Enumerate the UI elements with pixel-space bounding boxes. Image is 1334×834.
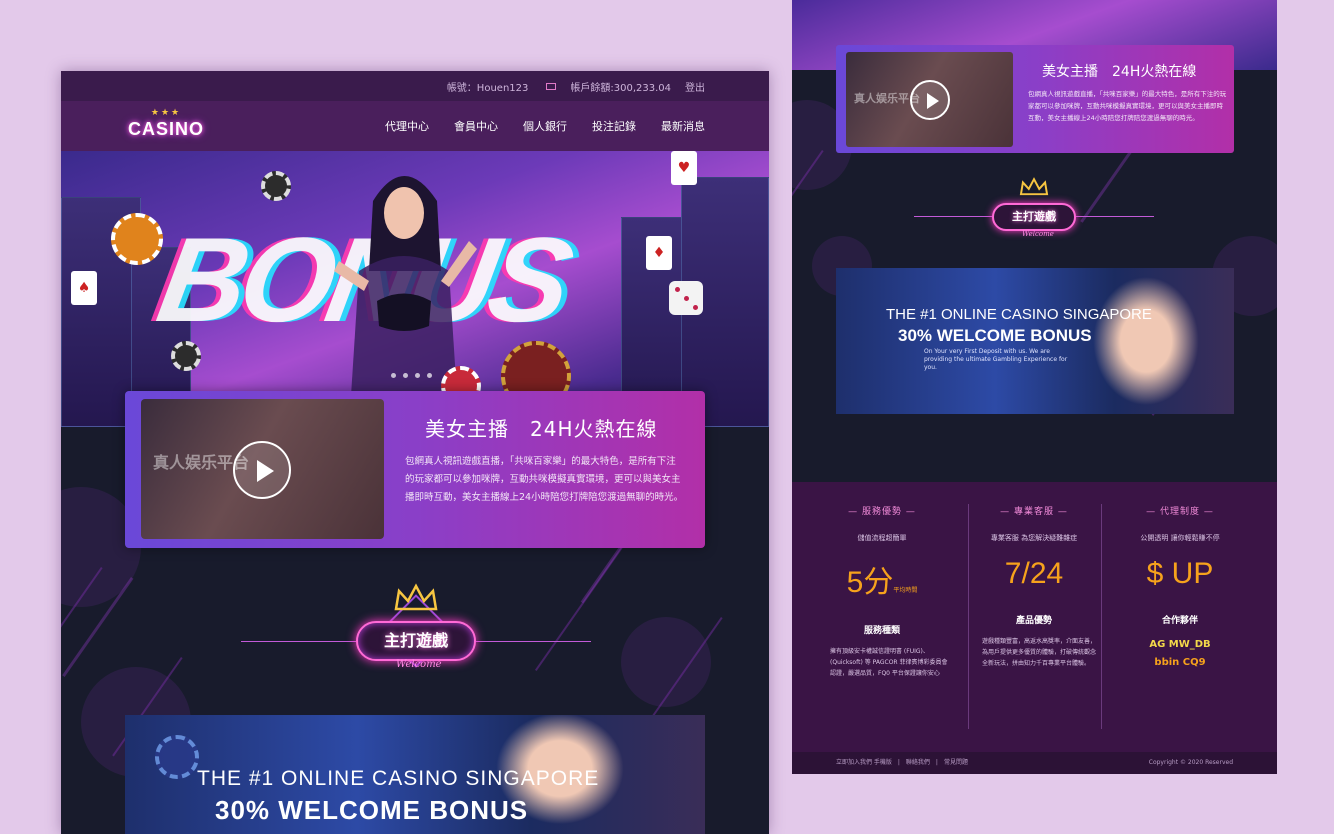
playing-card-icon: ♠: [71, 271, 97, 305]
feature-stat: 5分平均時間: [846, 566, 918, 599]
page-footer: 立即加入我們 手機版 | 聯絡我們 | 常見問題 Copyright © 202…: [792, 752, 1277, 774]
play-icon[interactable]: [233, 441, 291, 499]
playing-card-icon: ♥: [671, 151, 697, 185]
feature-stat: 7/24: [1004, 557, 1064, 590]
featured-games-heading: 主打遊戲 Welcome: [241, 581, 591, 691]
feature-title: — 代理制度 —: [1146, 507, 1214, 517]
feature-stat-note: 平均時間: [893, 588, 918, 594]
live-title: 美女主播 24H火熱在線: [425, 417, 658, 441]
feature-title: — 專業客服 —: [1000, 507, 1068, 517]
live-video-thumbnail[interactable]: 真人娱乐平台: [141, 399, 384, 539]
crown-icon: [394, 583, 438, 611]
play-icon[interactable]: [910, 80, 950, 120]
promo-line-1: THE #1 ONLINE CASINO SINGAPORE: [197, 767, 600, 790]
nav-member-center[interactable]: 會員中心: [454, 118, 498, 134]
section-welcome: Welcome: [396, 659, 442, 670]
feature-description: 擁有頂級安卡權誠信證明書 (FUIG)、(Quicksoft) 等 PAGCOR…: [830, 648, 948, 677]
feature-subtitle: 專業客服 為您解決疑難雜症: [990, 534, 1078, 542]
mail-icon[interactable]: [546, 82, 557, 90]
partner-row-2: bbin CQ9: [1154, 657, 1206, 668]
feature-heading: 產品優勢: [1015, 616, 1052, 626]
chip-icon: [261, 171, 291, 201]
chip-icon: [171, 341, 201, 371]
feature-heading: 合作夥伴: [1161, 616, 1198, 626]
desktop-page: 帳號：Houen123 帳戶餘額:300,233.04 登出 ★★★ CASIN…: [61, 71, 769, 834]
section-title: 主打遊戲: [356, 621, 476, 661]
live-description: 包網真人視訊遊戲直播，「共咪百家樂」的最大特色，是所有下注的玩家都可以參加咪牌，…: [1028, 90, 1227, 122]
nav-agent-center[interactable]: 代理中心: [385, 118, 429, 134]
partner-row-1: AG MW_DB: [1149, 639, 1211, 650]
mobile-page: 真人娱乐平台 美女主播 24H火熱在線 包網真人視訊遊戲直播，「共咪百家樂」的最…: [792, 0, 1277, 774]
feature-description: 遊戲種類豐富，高返水高獎率，介面友善，為用戶提供更多優質的體驗，打破傳統觀念全新…: [982, 638, 1097, 667]
nav-bet-records[interactable]: 投注記錄: [592, 118, 636, 134]
feature-heading: 服務種類: [863, 626, 900, 636]
casino-logo[interactable]: ★★★ CASINO: [126, 107, 206, 147]
feature-title: — 服務優勢 —: [848, 507, 916, 517]
feature-stat: $ UP: [1146, 557, 1214, 590]
featured-games-heading: 主打遊戲 Welcome: [914, 176, 1154, 256]
nav-latest-news[interactable]: 最新消息: [661, 118, 705, 134]
crown-icon: [1019, 177, 1049, 196]
welcome-bonus-banner[interactable]: THE #1 ONLINE CASINO SINGAPORE 30% WELCO…: [836, 268, 1234, 414]
hero-banner[interactable]: BONUS ♠ ♦ ♥: [61, 151, 769, 427]
promo-line-1: THE #1 ONLINE CASINO SINGAPORE: [886, 306, 1152, 323]
footer-links[interactable]: 立即加入我們 手機版 | 聯絡我們 | 常見問題: [836, 759, 968, 766]
live-video-thumbnail[interactable]: 真人娱乐平台: [846, 52, 1013, 147]
playing-card-icon: ♦: [646, 236, 672, 270]
nav-personal-bank[interactable]: 個人銀行: [523, 118, 567, 134]
dice-icon: [669, 281, 703, 315]
copyright: Copyright © 2020 Reserved: [1148, 759, 1233, 766]
promo-model-image: [1086, 268, 1206, 414]
promo-line-3: On Your very First Deposit with us. We a…: [924, 348, 1068, 371]
account-name: 帳號：Houen123: [446, 82, 529, 94]
promo-line-2: 30% WELCOME BONUS: [215, 795, 529, 825]
feature-support: — 專業客服 — 專業客服 為您解決疑難雜症 7/24 產品優勢 遊戲種類豐富，…: [968, 504, 1100, 669]
live-description: 包網真人視訊遊戲直播，「共咪百家樂」的最大特色，是所有下注的玩家都可以參加咪牌，…: [405, 456, 684, 503]
chip-icon: [111, 213, 163, 265]
feature-agent: — 代理制度 — 公開透明 讓你輕鬆賺不停 $ UP 合作夥伴 AG MW_DB…: [1114, 504, 1246, 672]
welcome-bonus-banner[interactable]: THE #1 ONLINE CASINO SINGAPORE 30% WELCO…: [125, 715, 705, 834]
logout-link[interactable]: 登出: [685, 79, 705, 94]
section-welcome: Welcome: [1022, 230, 1054, 238]
promo-line-2: 30% WELCOME BONUS: [898, 326, 1092, 345]
feature-columns: — 服務優勢 — 儲值流程超簡單 5分平均時間 服務種類 擁有頂級安卡權誠信證明…: [792, 482, 1277, 752]
section-title: 主打遊戲: [992, 203, 1076, 231]
partner-logos: AG MW_DB bbin CQ9: [1114, 636, 1246, 672]
main-nav: ★★★ CASINO 代理中心 會員中心 個人銀行 投注記錄 最新消息: [61, 101, 769, 151]
account-bar: 帳號：Houen123 帳戶餘額:300,233.04 登出: [61, 71, 769, 101]
live-dealer-card: 真人娱乐平台 美女主播 24H火熱在線 包網真人視訊遊戲直播，「共咪百家樂」的最…: [836, 45, 1234, 153]
feature-subtitle: 公開透明 讓你輕鬆賺不停: [1140, 534, 1220, 542]
logo-stars: ★★★: [150, 108, 182, 118]
feature-service: — 服務優勢 — 儲值流程超簡單 5分平均時間 服務種類 擁有頂級安卡權誠信證明…: [816, 504, 948, 679]
account-balance: 帳戶餘額:300,233.04: [570, 82, 671, 94]
logo-word: CASINO: [127, 119, 204, 139]
live-dealer-card: 真人娱乐平台 美女主播 24H火熱在線 包網真人視訊遊戲直播，「共咪百家樂」的最…: [125, 391, 705, 548]
feature-subtitle: 儲值流程超簡單: [857, 534, 907, 542]
carousel-dots[interactable]: [391, 373, 432, 378]
live-title: 美女主播 24H火熱在線: [1042, 64, 1197, 80]
